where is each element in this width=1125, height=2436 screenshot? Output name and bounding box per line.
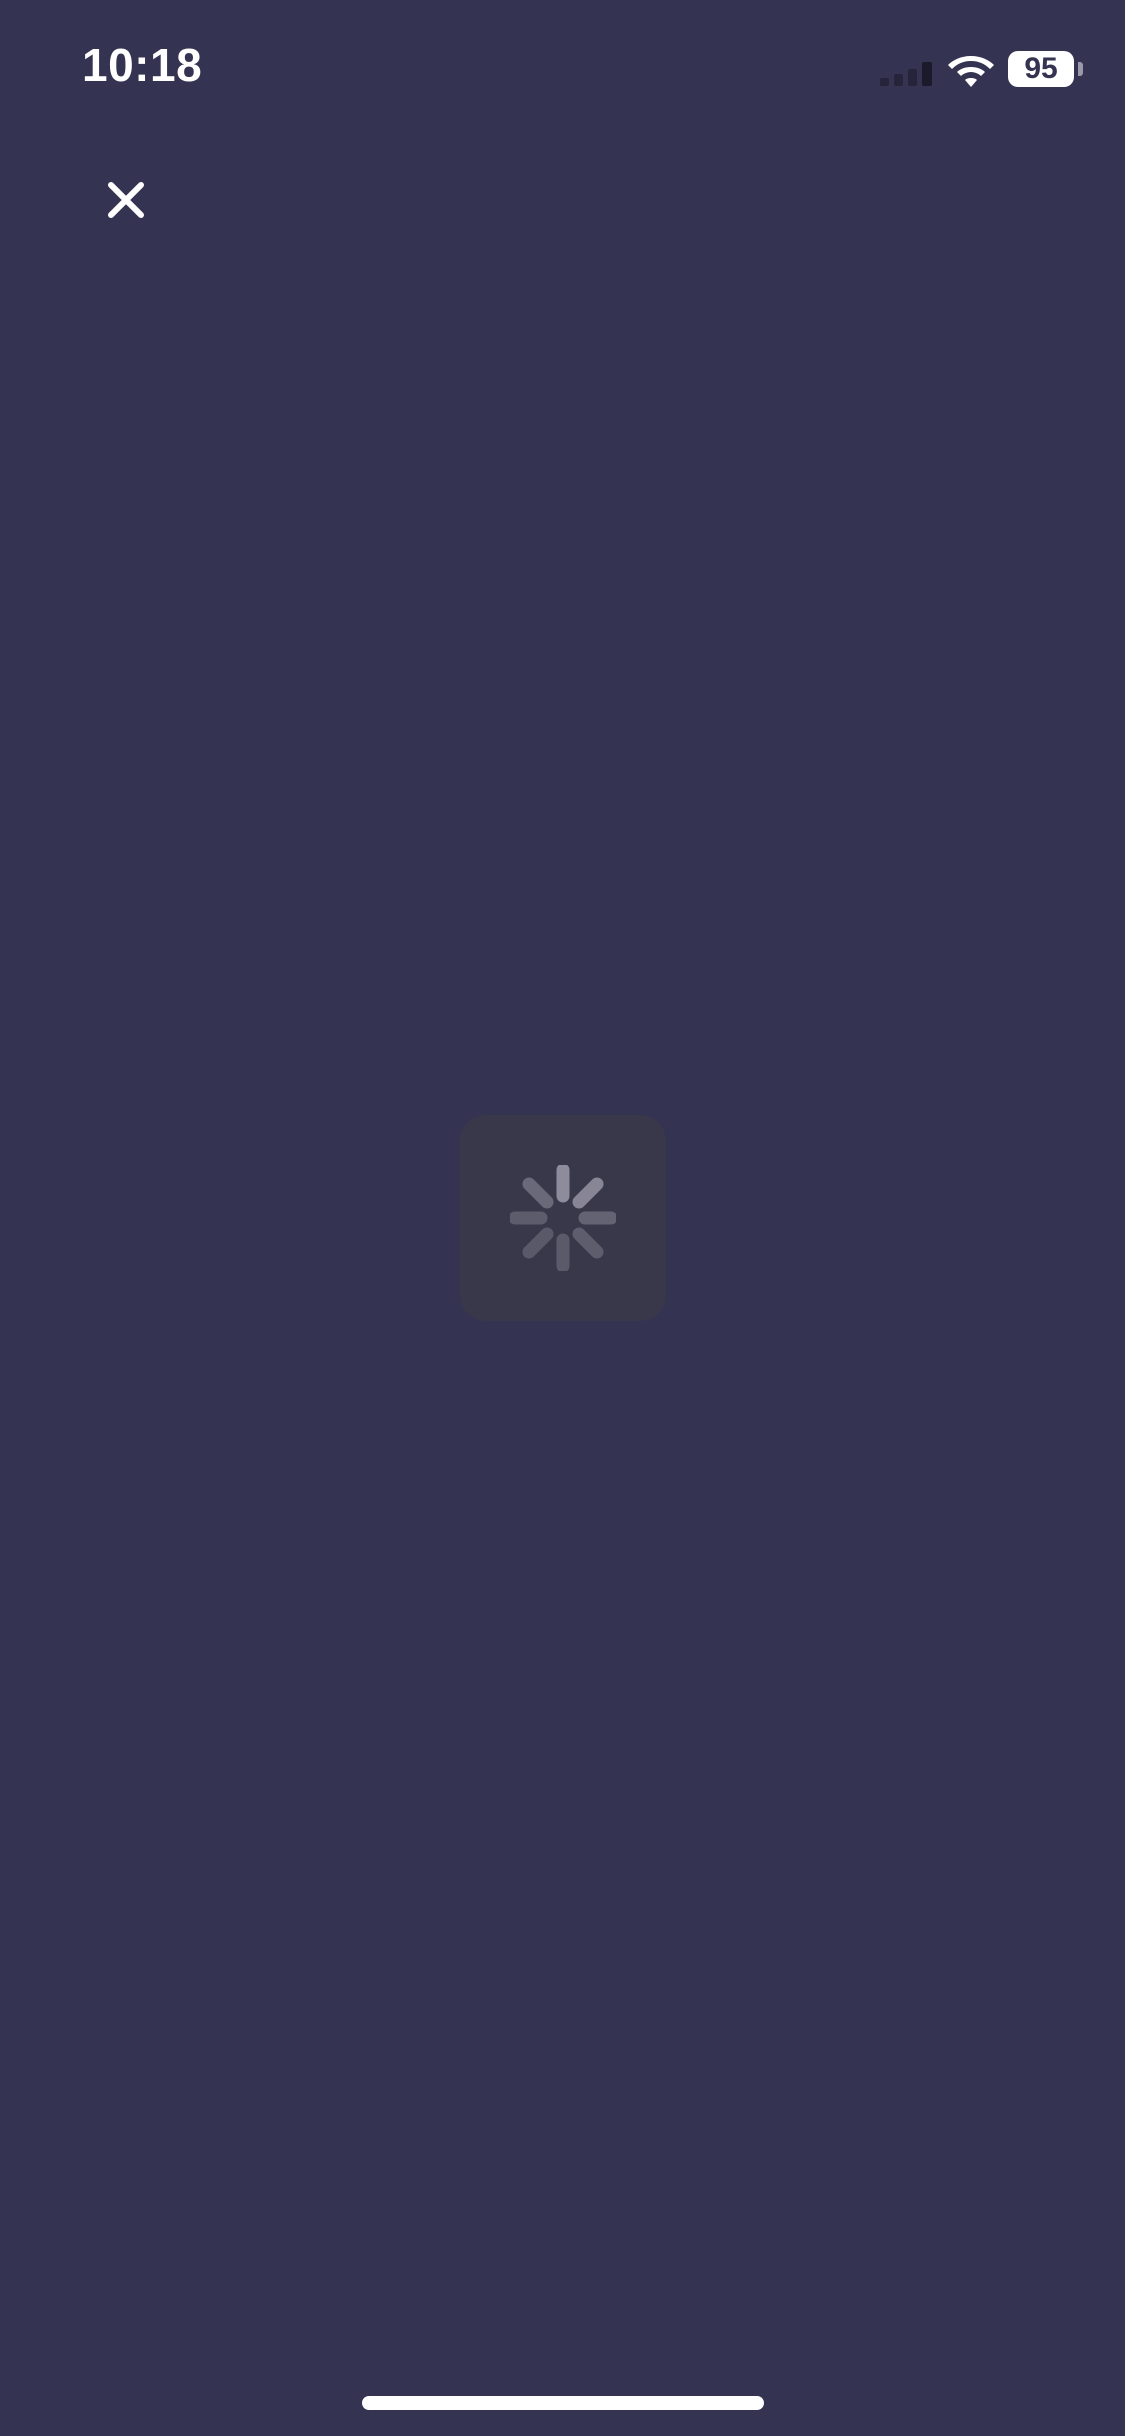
close-icon — [108, 182, 144, 218]
activity-spinner-icon — [510, 1165, 616, 1271]
wifi-icon — [948, 56, 994, 87]
battery-cap — [1078, 62, 1083, 76]
status-bar: 10:18 95 — [0, 0, 1125, 140]
cellular-signal-icon — [880, 62, 932, 86]
battery-level: 95 — [1024, 52, 1058, 85]
battery-icon: 95 — [1008, 51, 1084, 87]
close-button[interactable] — [94, 168, 158, 232]
loading-indicator — [460, 1115, 666, 1321]
status-time: 10:18 — [82, 39, 203, 91]
home-indicator[interactable] — [362, 2396, 764, 2410]
loading-screen: 10:18 95 — [0, 0, 1125, 2436]
